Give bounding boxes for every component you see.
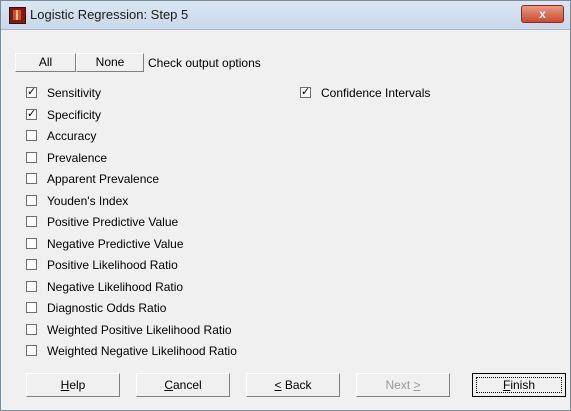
option-label: Negative Predictive Value — [47, 236, 184, 251]
check-mark-icon: ✓ — [27, 107, 37, 120]
checkbox-box[interactable] — [26, 151, 37, 163]
option-label: Accuracy — [47, 129, 97, 143]
check-mark-icon: ✓ — [301, 86, 311, 98]
option-label: Diagnostic Odds Ratio — [47, 301, 167, 315]
option-label: Youden's Index — [47, 193, 129, 208]
title-bar[interactable]: Logistic Regression: Step 5 x — [1, 1, 570, 30]
checkbox-box[interactable] — [26, 323, 37, 335]
option-label: Positive Predictive Value — [47, 215, 179, 229]
checkbox-box[interactable] — [26, 237, 37, 249]
next-button[interactable]: Next > — [356, 373, 450, 397]
option-label: Weighted Positive Likelihood Ratio — [47, 322, 232, 337]
option-label: Apparent Prevalence — [47, 172, 160, 186]
checkbox-box[interactable]: ✓ — [300, 87, 311, 98]
checkbox-box[interactable] — [26, 345, 37, 356]
option-label: Weighted Negative Likelihood Ratio — [47, 344, 237, 358]
checkbox-box[interactable] — [26, 216, 37, 227]
checkbox-box[interactable]: ✓ — [26, 87, 37, 98]
all-button[interactable]: All — [15, 53, 76, 72]
checkbox-box[interactable] — [26, 302, 37, 313]
checkbox-box[interactable] — [26, 173, 37, 184]
checkbox-box[interactable] — [26, 259, 37, 270]
close-button[interactable]: x — [521, 5, 564, 23]
checkbox-box[interactable]: ✓ — [26, 107, 37, 120]
check-options-label: Check output options — [148, 56, 261, 70]
app-icon — [9, 7, 26, 24]
confidence-intervals-label: Confidence Intervals — [321, 86, 431, 100]
option-label: Negative Likelihood Ratio — [47, 279, 184, 294]
option-label: Positive Likelihood Ratio — [47, 258, 178, 272]
back-button[interactable]: < Back — [246, 373, 340, 397]
option-label: Prevalence — [47, 150, 108, 165]
check-mark-icon: ✓ — [27, 86, 37, 98]
checkbox-box[interactable] — [26, 280, 37, 292]
dialog-window: Logistic Regression: Step 5 x All None C… — [0, 0, 571, 411]
option-label: Specificity — [47, 107, 102, 122]
cancel-button[interactable]: Cancel — [136, 373, 230, 397]
option-label: Sensitivity — [47, 86, 102, 100]
checkbox-box[interactable] — [26, 194, 37, 206]
finish-button[interactable]: Finish — [472, 373, 566, 397]
help-button[interactable]: Help — [26, 373, 120, 397]
none-button[interactable]: None — [76, 53, 144, 72]
window-title: Logistic Regression: Step 5 — [30, 7, 189, 22]
focus-rectangle — [476, 377, 562, 393]
checkbox-box[interactable] — [26, 130, 37, 141]
